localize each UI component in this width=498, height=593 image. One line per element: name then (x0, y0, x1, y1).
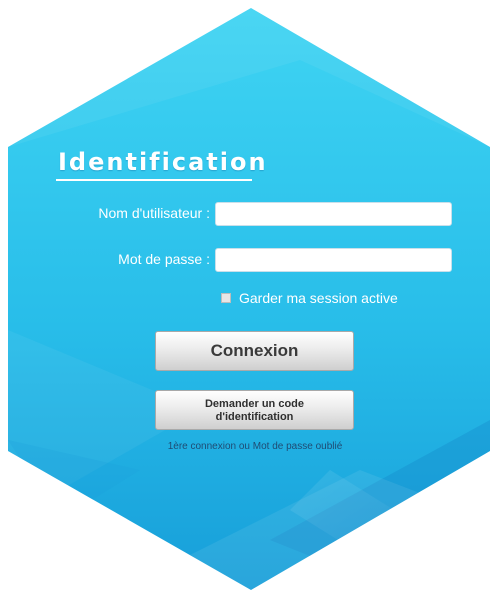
connexion-button[interactable]: Connexion (155, 331, 354, 371)
request-code-button[interactable]: Demander un code d'identification (155, 390, 354, 430)
login-panel: Identification Nom d'utilisateur : Mot d… (0, 0, 498, 593)
remember-checkbox[interactable] (221, 293, 231, 303)
remember-label: Garder ma session active (239, 290, 398, 306)
username-field[interactable] (215, 202, 452, 226)
remember-session[interactable]: Garder ma session active (221, 290, 398, 306)
username-label: Nom d'utilisateur : (98, 205, 210, 221)
request-code-line2: d'identification (215, 411, 294, 423)
page-title: Identification (58, 148, 268, 176)
password-field[interactable] (215, 248, 452, 272)
password-label: Mot de passe : (118, 251, 210, 267)
request-code-line1: Demander un code (204, 398, 305, 410)
forgot-password-hint: 1ère connexion ou Mot de passe oublié (167, 441, 343, 452)
title-underline (56, 179, 252, 181)
